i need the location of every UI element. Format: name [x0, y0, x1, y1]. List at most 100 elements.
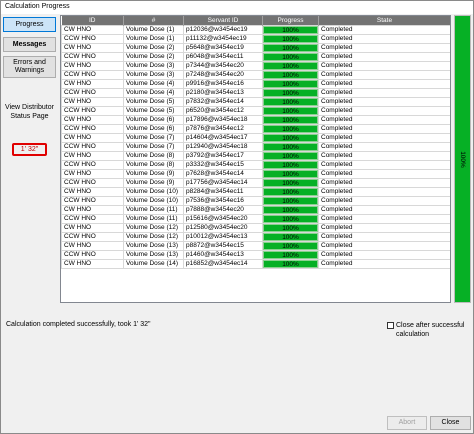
cell-progress: 100%: [262, 249, 319, 260]
table-row[interactable]: CCW HNO Volume Dose (13) p1460@w3454ec13 10…: [61, 249, 450, 260]
table-row[interactable]: CCW HNO Volume Dose (10) p7536@w3454ec16 10…: [61, 195, 450, 206]
table-row[interactable]: CCW HNO Volume Dose (1) p11132@w3454ec19 10…: [61, 33, 450, 44]
cell-servant-id: p7248@w3454ec20: [183, 69, 263, 80]
table-row[interactable]: CCW HNO Volume Dose (2) p6048@w3454ec11 100…: [61, 51, 450, 62]
row-progress-bar: 100%: [263, 116, 318, 123]
cell-id: CCW HNO: [61, 87, 124, 98]
cell-progress: 100%: [262, 87, 319, 98]
row-progress-bar: 100%: [263, 107, 318, 114]
cell-id: CCW HNO: [61, 33, 124, 44]
cell-progress: 100%: [262, 222, 319, 233]
table-row[interactable]: CCW HNO Volume Dose (5) p6520@w3454ec12 100…: [61, 105, 450, 116]
row-progress-bar: 100%: [263, 80, 318, 87]
row-progress-bar: 100%: [263, 143, 318, 150]
cell-number: Volume Dose (5): [123, 96, 184, 107]
table-body: CW HNO Volume Dose (1) p12036@w3454ec19 100…: [61, 24, 450, 269]
view-distributor-status-link[interactable]: View Distributor Status Page: [3, 103, 56, 121]
table-row[interactable]: CW HNO Volume Dose (6) p17896@w3454ec18 100…: [61, 114, 450, 125]
table-row[interactable]: CW HNO Volume Dose (9) p7628@w3454ec14 100%…: [61, 168, 450, 179]
table-row[interactable]: CCW HNO Volume Dose (12) p10012@w3454ec13 1…: [61, 231, 450, 242]
cell-id: CW HNO: [61, 168, 124, 179]
table-row[interactable]: CCW HNO Volume Dose (4) p2180@w3454ec13 100…: [61, 87, 450, 98]
messages-tab-button[interactable]: Messages: [3, 37, 56, 52]
table-row[interactable]: CW HNO Volume Dose (5) p7832@w3454ec14 100%…: [61, 96, 450, 107]
cell-number: Volume Dose (10): [123, 186, 184, 197]
cell-id: CCW HNO: [61, 69, 124, 80]
row-progress-bar: 100%: [263, 71, 318, 78]
cell-progress: 100%: [262, 96, 319, 107]
cell-number: Volume Dose (9): [123, 177, 184, 188]
overall-progress-bar: 100%: [454, 15, 471, 303]
cell-number: Volume Dose (8): [123, 150, 184, 161]
elapsed-time-badge: 1' 32": [12, 143, 47, 156]
cell-progress: 100%: [262, 159, 319, 170]
row-progress-bar: 100%: [263, 224, 318, 231]
cell-state: Completed: [318, 195, 450, 206]
table-row[interactable]: CCW HNO Volume Dose (6) p7876@w3454ec12 100…: [61, 123, 450, 134]
cell-servant-id: p3792@w3454ec17: [183, 150, 263, 161]
close-after-success-checkbox[interactable]: [387, 322, 394, 329]
column-header-number[interactable]: #: [123, 16, 184, 25]
cell-servant-id: p7888@w3454ec20: [183, 204, 263, 215]
cell-state: Completed: [318, 177, 450, 188]
cell-progress: 100%: [262, 132, 319, 143]
table-row[interactable]: CW HNO Volume Dose (8) p3792@w3454ec17 100%…: [61, 150, 450, 161]
title-bar: Calculation Progress: [1, 1, 473, 14]
cell-id: CCW HNO: [61, 51, 124, 62]
cell-state: Completed: [318, 60, 450, 71]
table-row[interactable]: CCW HNO Volume Dose (9) p17756@w3454ec14 10…: [61, 177, 450, 188]
cell-servant-id: p17756@w3454ec14: [183, 177, 263, 188]
table-row[interactable]: CW HNO Volume Dose (14) p16852@w3454ec14 10…: [61, 258, 450, 269]
row-progress-bar: 100%: [263, 197, 318, 204]
cell-state: Completed: [318, 132, 450, 143]
cell-id: CW HNO: [61, 114, 124, 125]
cell-id: CCW HNO: [61, 231, 124, 242]
column-header-progress[interactable]: Progress: [262, 16, 319, 25]
cell-servant-id: p12036@w3454ec19: [183, 24, 263, 35]
cell-number: Volume Dose (6): [123, 123, 184, 134]
table-row[interactable]: CW HNO Volume Dose (4) p9916@w3454ec16 100%…: [61, 78, 450, 89]
table-row[interactable]: CW HNO Volume Dose (3) p7344@w3454ec20 100%…: [61, 60, 450, 71]
cell-servant-id: p10012@w3454ec13: [183, 231, 263, 242]
cell-number: Volume Dose (11): [123, 213, 184, 224]
cell-id: CW HNO: [61, 96, 124, 107]
cell-id: CW HNO: [61, 150, 124, 161]
cell-number: Volume Dose (9): [123, 168, 184, 179]
window-title: Calculation Progress: [5, 3, 70, 10]
cell-state: Completed: [318, 204, 450, 215]
abort-button[interactable]: Abort: [387, 416, 427, 430]
cell-progress: 100%: [262, 33, 319, 44]
cell-number: Volume Dose (3): [123, 69, 184, 80]
cell-state: Completed: [318, 168, 450, 179]
cell-servant-id: p2180@w3454ec13: [183, 87, 263, 98]
cell-number: Volume Dose (12): [123, 222, 184, 233]
table-row[interactable]: CW HNO Volume Dose (10) p8284@w3454ec11 100…: [61, 186, 450, 197]
cell-state: Completed: [318, 78, 450, 89]
progress-tab-button[interactable]: Progress: [3, 17, 56, 32]
table-row[interactable]: CW HNO Volume Dose (12) p12580@w3454ec20 10…: [61, 222, 450, 233]
table-row[interactable]: CCW HNO Volume Dose (3) p7248@w3454ec20 100…: [61, 69, 450, 80]
table-row[interactable]: CW HNO Volume Dose (11) p7888@w3454ec20 100…: [61, 204, 450, 215]
cell-servant-id: p5648@w3454ec19: [183, 42, 263, 53]
calculation-progress-window: Calculation Progress Progress Messages E…: [0, 0, 474, 434]
table-row[interactable]: CCW HNO Volume Dose (8) p3332@w3454ec15 100…: [61, 159, 450, 170]
table-row[interactable]: CCW HNO Volume Dose (11) p15616@w3454ec20 1…: [61, 213, 450, 224]
table-row[interactable]: CCW HNO Volume Dose (7) p12940@w3454ec18 10…: [61, 141, 450, 152]
column-header-servant-id[interactable]: Servant ID: [183, 16, 263, 25]
table-row[interactable]: CW HNO Volume Dose (13) p8872@w3454ec15 100…: [61, 240, 450, 251]
table-row[interactable]: CW HNO Volume Dose (2) p5648@w3454ec19 100%…: [61, 42, 450, 53]
table-row[interactable]: CW HNO Volume Dose (1) p12036@w3454ec19 100…: [61, 24, 450, 35]
cell-number: Volume Dose (3): [123, 60, 184, 71]
row-progress-bar: 100%: [263, 26, 318, 33]
row-progress-bar: 100%: [263, 233, 318, 240]
column-header-state[interactable]: State: [318, 16, 450, 25]
sidebar: Progress Messages Errors and Warnings Vi…: [3, 15, 56, 305]
close-button[interactable]: Close: [430, 416, 471, 430]
cell-state: Completed: [318, 105, 450, 116]
column-header-id[interactable]: ID: [61, 16, 124, 25]
table-row[interactable]: CW HNO Volume Dose (7) p14604@w3454ec17 100…: [61, 132, 450, 143]
row-progress-bar: 100%: [263, 170, 318, 177]
cell-id: CCW HNO: [61, 249, 124, 260]
calculation-table: ID # Servant ID Progress State CW HNO Vol…: [60, 15, 451, 303]
errors-warnings-tab-button[interactable]: Errors and Warnings: [3, 56, 56, 78]
